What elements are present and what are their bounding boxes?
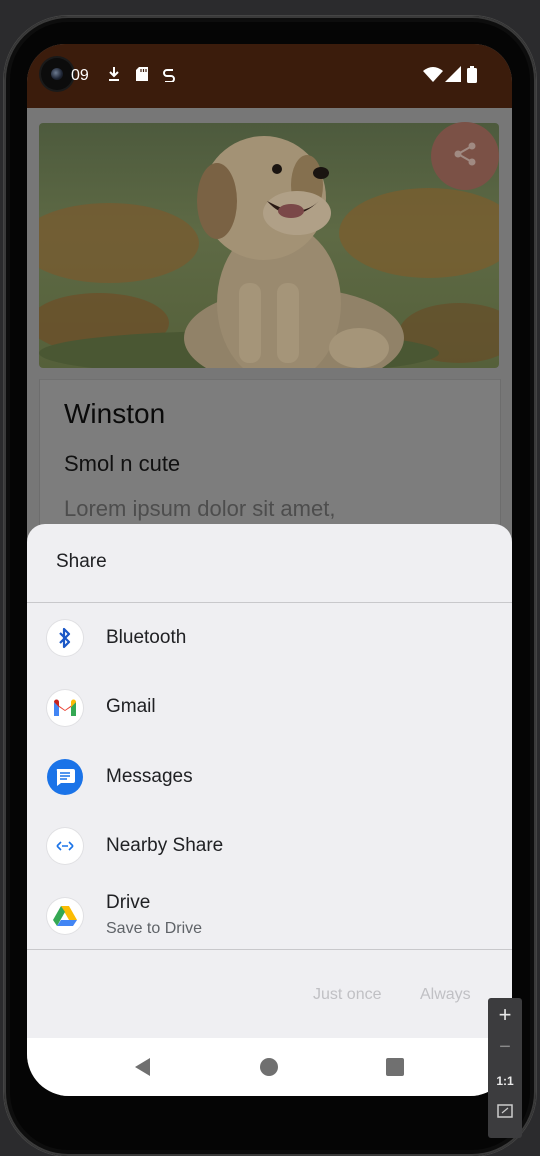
share-fab[interactable] [431,122,499,190]
device-screen: 09 Winston Smol n cute Lorem ipsum dolor… [27,44,512,1096]
emulator-zoom-toolbar: + − 1:1 [488,998,522,1138]
battery-icon [467,66,477,88]
sync-icon [162,66,176,87]
messages-icon [47,759,83,795]
share-target-label: Nearby Share [106,835,224,856]
home-icon[interactable] [254,1052,284,1082]
card-title: Winston [64,398,166,429]
share-target-label: Messages [106,766,193,787]
share-target-gmail[interactable]: Gmail [27,674,512,740]
zoom-in-button[interactable]: + [488,1002,522,1028]
navigation-bar [27,1038,512,1096]
drive-icon [47,898,83,934]
gmail-icon [47,690,83,726]
just-once-button[interactable]: Just once [313,986,381,1004]
fit-screen-icon[interactable] [488,1104,522,1123]
nearby-share-icon [47,828,83,864]
wifi-icon [423,66,443,87]
divider [27,602,512,603]
sd-card-icon [135,66,149,87]
share-target-nearby-share[interactable]: Nearby Share [27,813,512,879]
signal-icon [445,66,461,87]
recents-icon[interactable] [380,1052,410,1082]
actual-size-button[interactable]: 1:1 [488,1074,522,1088]
dog-photo [39,123,499,368]
bluetooth-icon [47,620,83,656]
front-camera [41,58,73,90]
zoom-out-button[interactable]: − [488,1036,522,1059]
share-target-bluetooth[interactable]: Bluetooth [27,605,512,671]
status-bar: 09 [27,44,512,108]
back-icon[interactable] [127,1052,157,1082]
share-target-sublabel: Save to Drive [106,920,203,937]
share-target-messages[interactable]: Messages [27,744,512,810]
status-time: 09 [71,67,89,84]
download-icon [107,66,121,87]
card-subtitle: Smol n cute [64,451,181,476]
share-sheet: Share Bluetooth Gmail Messages Nearby Sh… [27,524,512,1044]
share-target-label: Bluetooth [106,627,187,648]
share-target-drive[interactable]: Drive Save to Drive [27,880,512,970]
always-button[interactable]: Always [420,986,471,1004]
share-target-label: Gmail [106,696,156,717]
share-icon [452,141,478,172]
share-sheet-title: Share [56,551,107,572]
card-body: Lorem ipsum dolor sit amet, [64,496,336,521]
share-target-label: Drive [106,892,151,913]
divider [27,949,512,950]
